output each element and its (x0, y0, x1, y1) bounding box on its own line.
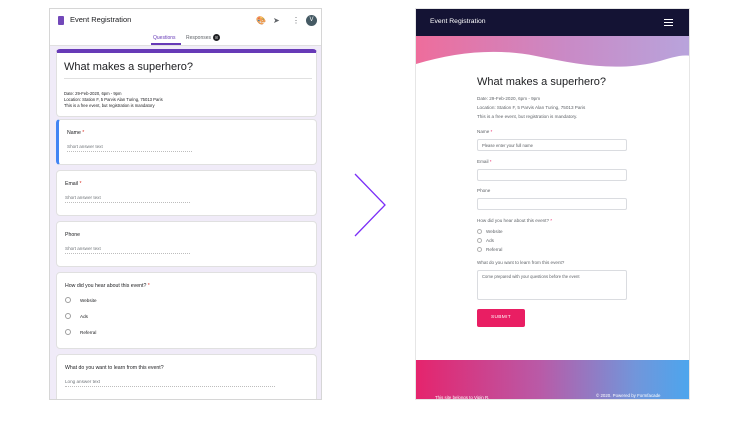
form-title: What makes a superhero? (477, 76, 607, 88)
description-line: Location: Station F, 5 Parvis Alan Turin… (64, 97, 163, 102)
send-icon[interactable]: ➤ (273, 16, 280, 26)
question-label: Email * (65, 181, 82, 187)
long-answer-field: Long answer text (65, 379, 275, 387)
forms-doc-icon (58, 16, 64, 25)
more-vert-icon[interactable]: ⋮ (292, 16, 300, 26)
header-wave-banner (416, 36, 689, 74)
form-title-card[interactable]: What makes a superhero? Date: 29-Feb-202… (56, 49, 317, 117)
radio-button[interactable] (477, 238, 482, 243)
description-line: Date: 29-Feb-2020, 6pm - 9pm (477, 96, 541, 101)
top-navbar: Event Registration (416, 9, 689, 36)
form-title[interactable]: What makes a superhero? (64, 61, 193, 73)
short-answer-field: Short answer text (65, 195, 190, 203)
description-line: This is a free event, but registration i… (477, 114, 578, 119)
editor-app-title: Event Registration (70, 15, 132, 24)
question-label: Name * (67, 130, 85, 136)
radio-label: Ads (486, 238, 494, 243)
radio-label: Referral (486, 247, 503, 252)
footer-gradient: This site belongs to Vipin R. © 2020. Po… (416, 360, 689, 400)
tab-responses[interactable]: Responses (186, 35, 211, 41)
radio-label: Referral (80, 330, 97, 335)
field-label-name: Name * (477, 129, 493, 134)
question-label: How did you hear about this event? * (65, 283, 150, 289)
question-card-learn[interactable]: What do you want to learn from this even… (56, 354, 317, 399)
email-input[interactable] (477, 169, 627, 181)
field-label-phone: Phone (477, 188, 491, 193)
radio-button[interactable] (477, 247, 482, 252)
question-label: Phone (65, 232, 81, 238)
question-label: What do you want to learn from this even… (65, 365, 164, 371)
radio-button[interactable] (65, 329, 71, 335)
question-card-phone[interactable]: Phone Short answer text (56, 221, 317, 267)
short-answer-field: Short answer text (67, 144, 192, 152)
radio-label: Ads (80, 314, 88, 319)
radio-button[interactable] (65, 297, 71, 303)
field-label-source: How did you hear about this event? * (477, 218, 553, 223)
google-forms-editor: Event Registration 🎨 ➤ ⋮ V Questions Res… (49, 8, 322, 400)
submit-button[interactable]: SUBMIT (477, 309, 525, 327)
short-answer-field: Short answer text (65, 246, 190, 254)
footer-owner-text: This site belongs to Vipin R. (435, 395, 490, 400)
chevron-right-icon (354, 173, 386, 237)
avatar[interactable]: V (306, 15, 317, 26)
description-line: This is a free event, but registration i… (64, 103, 155, 108)
question-card-name[interactable]: Name * Short answer text (56, 119, 317, 165)
name-input[interactable]: Please enter your full name (477, 139, 627, 151)
field-label-email: Email * (477, 159, 492, 164)
phone-input[interactable] (477, 198, 627, 210)
divider (64, 78, 312, 79)
active-tab-indicator (151, 43, 181, 45)
palette-icon[interactable]: 🎨 (256, 16, 266, 26)
description-line: Location: Station F, 5 Parvis Alan Turin… (477, 105, 586, 110)
footer-powered-by[interactable]: © 2020. Powered by Formfacade (596, 393, 661, 398)
nav-title[interactable]: Event Registration (430, 18, 486, 25)
tab-questions[interactable]: Questions (153, 35, 176, 41)
question-card-source[interactable]: How did you hear about this event? * Web… (56, 272, 317, 349)
radio-label: Website (80, 298, 97, 303)
field-label-learn: What do you want to learn from this even… (477, 260, 565, 265)
radio-label: Website (486, 229, 503, 234)
radio-button[interactable] (477, 229, 482, 234)
description-line: Date: 29-Feb-2020, 6pm - 9pm (64, 91, 122, 96)
hamburger-menu-icon[interactable] (664, 19, 673, 27)
learn-textarea[interactable]: Come prepared with your questions before… (477, 270, 627, 300)
editor-header: Event Registration 🎨 ➤ ⋮ V Questions Res… (50, 9, 321, 46)
radio-button[interactable] (65, 313, 71, 319)
published-form-page: Event Registration What makes a superher… (415, 8, 690, 400)
responses-count-badge: 8 (213, 34, 220, 41)
question-card-email[interactable]: Email * Short answer text (56, 170, 317, 216)
